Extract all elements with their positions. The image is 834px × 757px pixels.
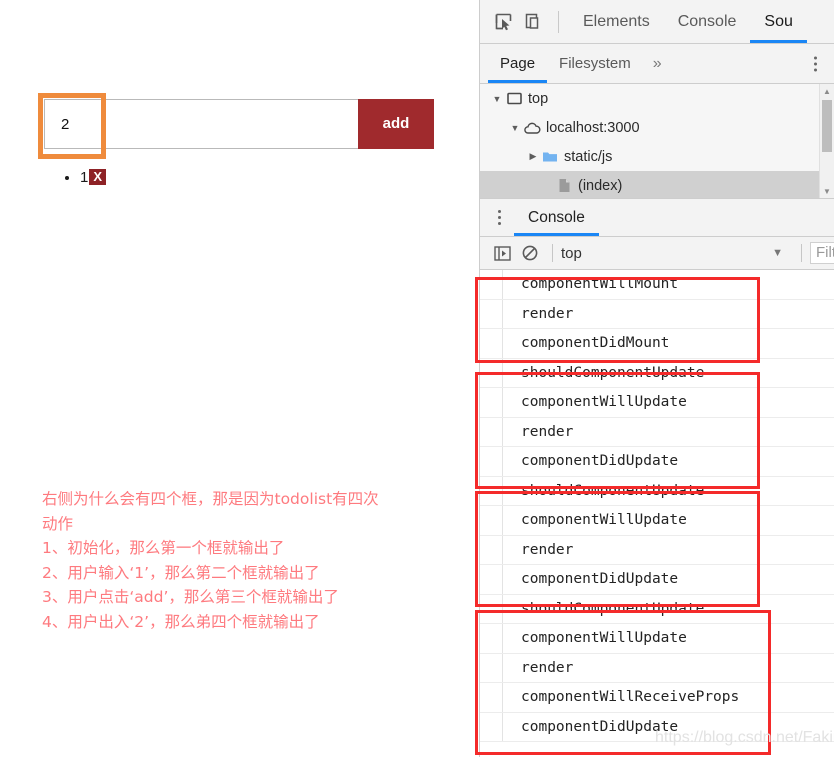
inspect-element-icon[interactable]: [488, 8, 518, 36]
console-log-entry: componentWillUpdate: [480, 388, 834, 418]
tree-item-label: (index): [578, 177, 623, 194]
scrollbar-thumb[interactable]: [822, 100, 832, 152]
todo-input[interactable]: [44, 99, 358, 149]
drawer-tab-console[interactable]: Console: [514, 199, 599, 236]
tree-item-top[interactable]: ▼ top: [480, 84, 834, 113]
console-log-entry: componentWillUpdate: [480, 624, 834, 654]
scroll-up-arrow-icon[interactable]: ▲: [820, 84, 834, 98]
tab-console[interactable]: Console: [664, 0, 751, 43]
console-toolbar: top ▼ Filter: [480, 237, 834, 270]
web-page-pane: add 1X 右侧为什么会有四个框，那是因为todolist有四次 动作 1、初…: [0, 0, 479, 757]
scroll-down-arrow-icon[interactable]: ▼: [820, 184, 834, 198]
delete-item-button[interactable]: X: [89, 169, 107, 185]
drawer-more-options-icon[interactable]: [492, 210, 506, 225]
toolbar-divider: [558, 10, 559, 33]
tree-item-index[interactable]: ▶ (index): [480, 171, 834, 198]
tree-item-static-js[interactable]: ▶ static/js: [480, 142, 834, 171]
cloud-icon: [522, 122, 542, 134]
tree-item-label: top: [528, 90, 549, 107]
tab-sources[interactable]: Sou: [750, 0, 806, 43]
console-toolbar-divider-2: [801, 244, 802, 262]
console-log-entry: componentWillUpdate: [480, 506, 834, 536]
subtab-filesystem[interactable]: Filesystem: [547, 44, 643, 83]
todo-form: add: [44, 99, 434, 149]
file-tree-scrollbar[interactable]: ▲ ▼: [819, 84, 834, 198]
subtab-page[interactable]: Page: [488, 44, 547, 83]
context-chevron-down-icon[interactable]: ▼: [762, 247, 793, 259]
chevron-right-icon[interactable]: ▶: [526, 151, 540, 162]
sources-subtabbar: Page Filesystem »: [480, 44, 834, 84]
drawer-tabbar: Console: [480, 199, 834, 237]
chevron-down-icon[interactable]: ▼: [490, 94, 504, 104]
console-log-entry: render: [480, 299, 834, 329]
console-log-entry: componentDidUpdate: [480, 447, 834, 477]
sources-more-options-icon[interactable]: [806, 56, 824, 71]
console-toolbar-divider: [552, 244, 553, 262]
page-file-tree: ▼ top ▼ localhost:3000 ▶ static/js (inde…: [480, 84, 834, 199]
toggle-device-toolbar-icon[interactable]: [518, 8, 548, 36]
list-item: 1X: [80, 168, 107, 188]
console-sidebar-toggle-icon[interactable]: [488, 242, 516, 264]
console-log-entry: componentDidUpdate: [480, 565, 834, 595]
tree-item-label: localhost:3000: [546, 119, 640, 136]
tree-item-localhost[interactable]: ▼ localhost:3000: [480, 113, 834, 142]
devtools-main-tabbar: Elements Console Sou: [480, 0, 834, 44]
chevron-down-icon[interactable]: ▼: [508, 123, 522, 133]
tab-elements[interactable]: Elements: [569, 0, 664, 43]
console-log-entry: componentWillMount: [480, 270, 834, 300]
console-log-entry: shouldComponentUpdate: [480, 358, 834, 388]
clear-console-icon[interactable]: [516, 242, 544, 264]
window-icon: [504, 92, 524, 105]
console-log-entry: componentDidUpdate: [480, 712, 834, 742]
folder-icon: [540, 150, 560, 163]
file-icon: [554, 178, 574, 193]
console-filter-input[interactable]: Filter: [810, 242, 834, 264]
add-button[interactable]: add: [358, 99, 434, 149]
console-output: componentWillMount render componentDidMo…: [480, 270, 834, 746]
console-log-entry: shouldComponentUpdate: [480, 476, 834, 506]
todo-list: 1X: [52, 168, 107, 188]
console-context-selector[interactable]: top: [561, 245, 588, 262]
more-subtabs-icon[interactable]: »: [643, 55, 672, 73]
console-log-entry: render: [480, 417, 834, 447]
console-log-entry: componentWillReceiveProps: [480, 683, 834, 713]
console-log-entry: render: [480, 653, 834, 683]
console-log-entry: shouldComponentUpdate: [480, 594, 834, 624]
explanation-annotation-text: 右侧为什么会有四个框，那是因为todolist有四次 动作 1、初始化，那么第一…: [42, 490, 379, 631]
tree-item-label: static/js: [564, 148, 613, 165]
devtools-panel: Elements Console Sou Page Filesystem » ▼…: [479, 0, 834, 757]
todo-item-text: 1: [80, 169, 89, 186]
console-log-entry: render: [480, 535, 834, 565]
console-log-entry: componentDidMount: [480, 329, 834, 359]
